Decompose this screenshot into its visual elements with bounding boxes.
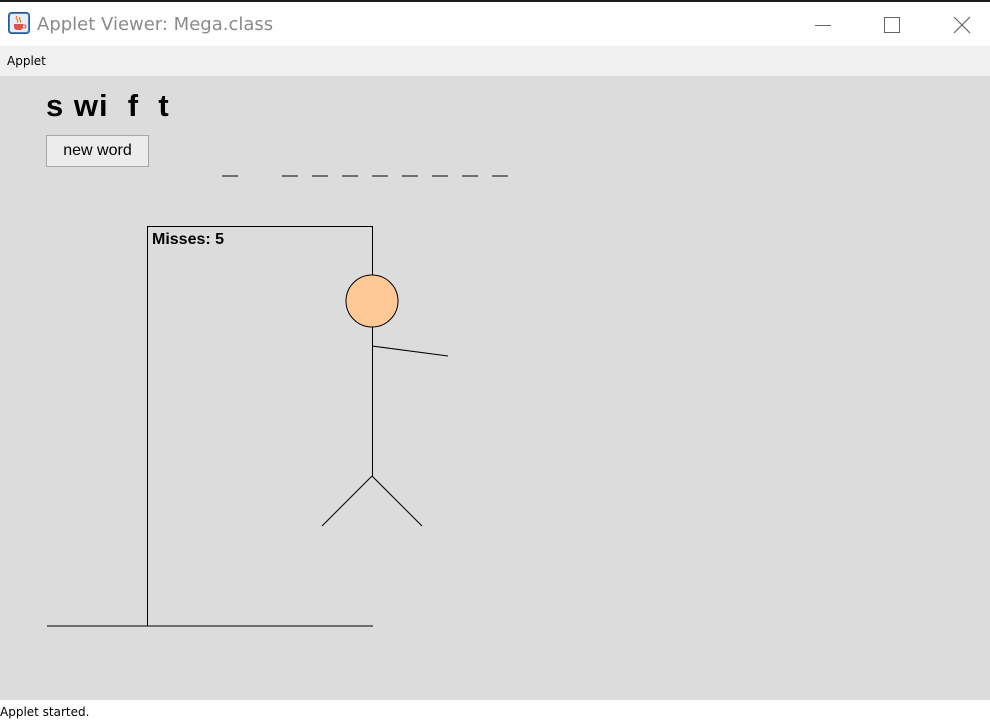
applet-canvas[interactable]: s wi f t new word Misses: 5	[0, 76, 990, 700]
misses-counter: Misses: 5	[152, 231, 224, 248]
maximize-button[interactable]	[869, 4, 915, 46]
left-leg	[321, 475, 373, 527]
head	[345, 274, 399, 328]
minimize-icon	[815, 17, 831, 33]
hangman-drawing: Misses: 5	[47, 175, 508, 627]
status-text: Applet started.	[0, 705, 90, 719]
status-bar: Applet started.	[0, 700, 990, 724]
maximize-icon	[884, 17, 900, 33]
minimize-button[interactable]	[800, 4, 846, 46]
window-title: Applet Viewer: Mega.class	[37, 14, 274, 35]
menu-bar: Applet	[0, 46, 990, 76]
applet-viewer-window: Applet Viewer: Mega.class Applet s wi f …	[0, 0, 990, 724]
close-button[interactable]	[939, 4, 985, 46]
menu-applet[interactable]: Applet	[7, 54, 46, 68]
right-arm	[371, 345, 449, 357]
stick-figure	[321, 274, 449, 527]
gallows	[47, 226, 373, 627]
java-coffee-cup-icon	[8, 12, 30, 34]
close-icon	[953, 16, 971, 34]
title-bar[interactable]: Applet Viewer: Mega.class	[0, 2, 990, 46]
right-leg	[371, 475, 423, 527]
